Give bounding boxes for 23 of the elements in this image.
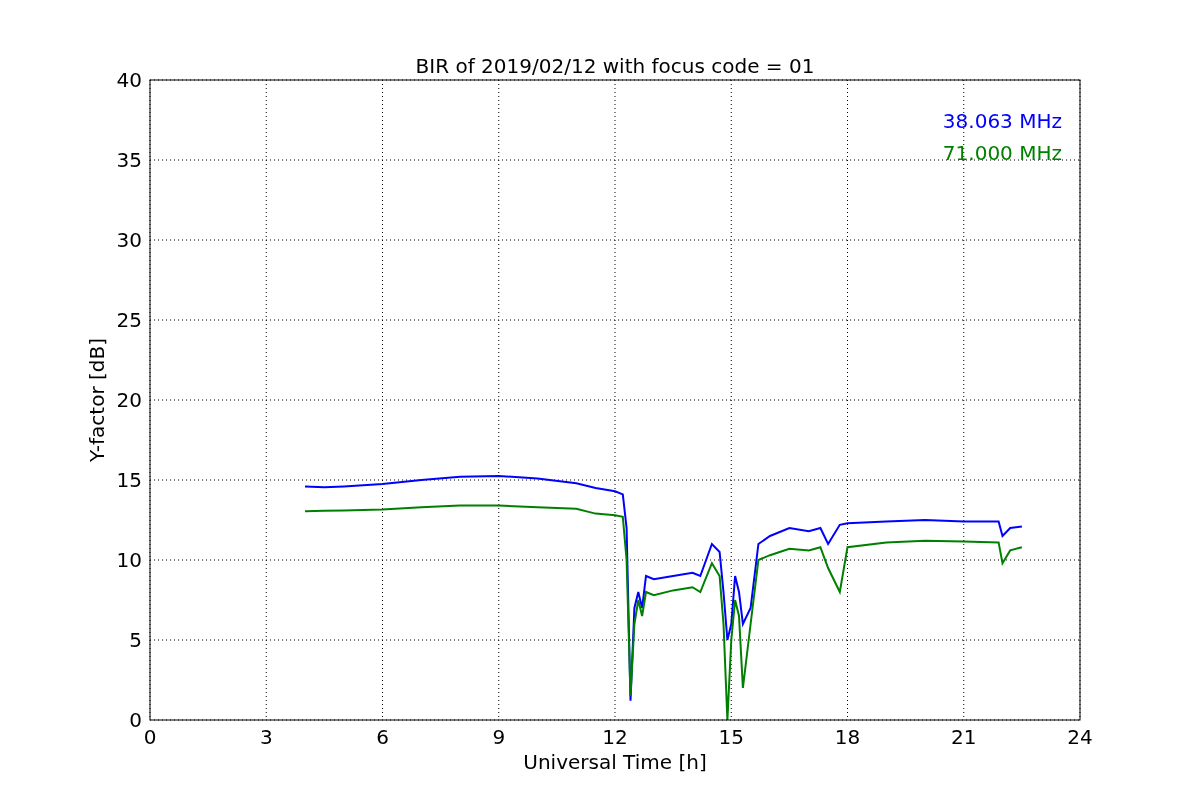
x-tick-label: 15 [718, 725, 744, 749]
y-tick-label: 35 [116, 148, 142, 172]
legend-label: 38.063 MHz [942, 109, 1062, 133]
y-tick-label: 0 [129, 708, 142, 732]
y-tick-label: 10 [116, 548, 142, 572]
x-tick-label: 9 [492, 725, 506, 749]
y-tick-label: 30 [116, 228, 142, 252]
y-tick-label: 5 [129, 628, 142, 652]
y-tick-label: 20 [116, 388, 142, 412]
x-tick-label: 21 [951, 725, 977, 749]
x-tick-label: 12 [602, 725, 628, 749]
x-tick-label: 0 [143, 725, 157, 749]
chart-title: BIR of 2019/02/12 with focus code = 01 [415, 54, 815, 78]
y-tick-label: 25 [116, 308, 142, 332]
y-tick-label: 40 [116, 68, 142, 92]
y-axis-label: Y-factor [dB] [85, 338, 109, 462]
x-tick-label: 24 [1067, 725, 1093, 749]
legend-label: 71.000 MHz [942, 141, 1062, 165]
x-tick-label: 3 [259, 725, 273, 749]
x-tick-label: 6 [376, 725, 389, 749]
y-tick-label: 15 [116, 468, 142, 492]
x-axis-label: Universal Time [h] [523, 750, 707, 774]
x-tick-label: 18 [834, 725, 861, 749]
